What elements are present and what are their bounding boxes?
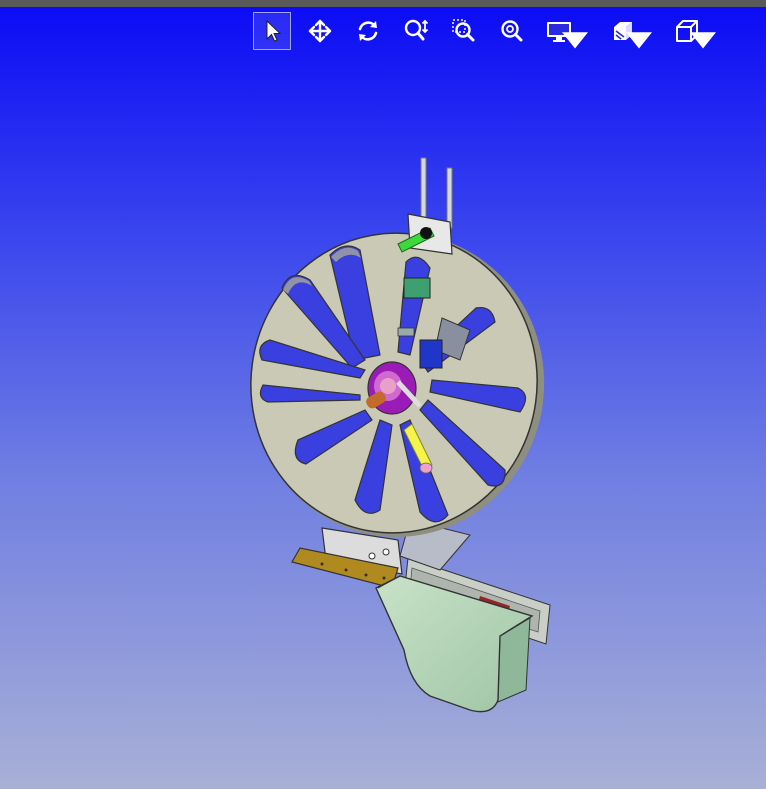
3d-model-render[interactable] bbox=[0, 0, 766, 789]
3d-viewport[interactable] bbox=[0, 0, 766, 789]
base-bracket bbox=[291, 527, 403, 589]
